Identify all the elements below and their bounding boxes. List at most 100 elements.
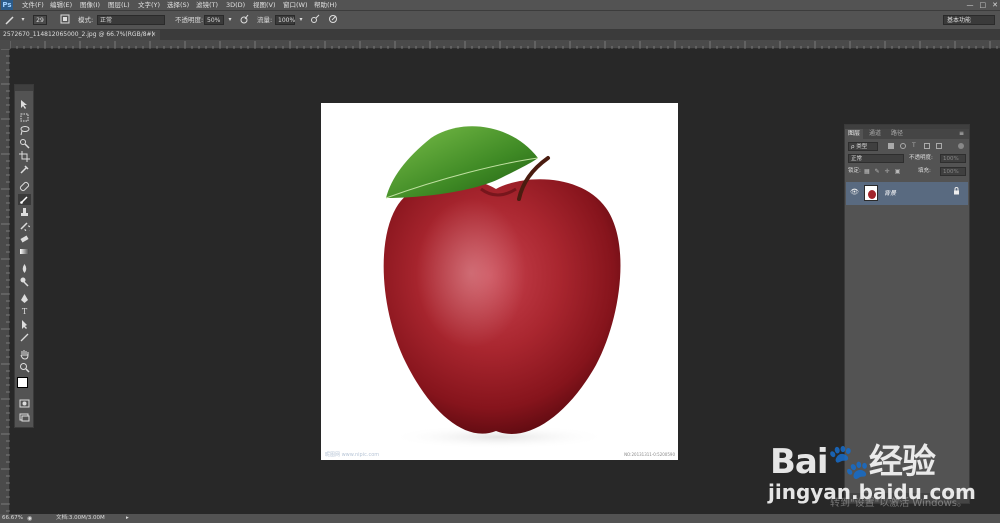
close-tab-icon[interactable]: × — [151, 30, 156, 40]
document-canvas[interactable]: 昵图网 www.nipic.com NO:20131311-0:5200590 — [321, 103, 678, 460]
menu-file[interactable]: 文件(F) — [22, 0, 44, 10]
image-number: NO:20131311-0:5200590 — [624, 452, 675, 457]
quick-selection-tool-icon[interactable] — [18, 138, 31, 149]
eraser-tool-icon[interactable] — [18, 233, 31, 244]
layer-row-background[interactable]: 👁 背景 — [846, 182, 968, 205]
menu-edit[interactable]: 编辑(E) — [50, 0, 72, 10]
status-menu-arrow-icon[interactable]: ▸ — [126, 514, 129, 523]
vertical-ruler[interactable] — [0, 49, 10, 515]
pressure-opacity-icon[interactable] — [238, 14, 250, 26]
filter-icons: T — [888, 143, 942, 149]
document-tab[interactable]: 2572670_114812065000_2.jpg @ 66.7%(RGB/8… — [0, 30, 160, 40]
pen-tool-icon[interactable] — [18, 293, 31, 304]
marquee-tool-icon[interactable] — [18, 112, 31, 123]
layer-filter-select[interactable]: ρ 类型 — [848, 142, 878, 151]
foreground-color-swatch[interactable] — [17, 377, 28, 388]
tab-layers[interactable]: 图层 — [845, 129, 864, 139]
horizontal-ruler[interactable] — [10, 40, 1000, 49]
tab-paths[interactable]: 路径 — [888, 129, 906, 139]
photoshop-logo: Ps — [1, 0, 13, 10]
apple-image — [383, 126, 621, 449]
tab-channels[interactable]: 通道 — [866, 129, 884, 139]
flow-input[interactable]: 100% — [275, 15, 295, 25]
brush-panel-icon[interactable] — [59, 14, 71, 26]
dodge-tool-icon[interactable] — [18, 276, 31, 287]
lock-pixels-icon[interactable]: ✎ — [875, 168, 880, 175]
clone-stamp-tool-icon[interactable] — [18, 207, 31, 218]
chevron-down-icon[interactable]: ▾ — [17, 14, 29, 26]
minimize-button[interactable]: — — [967, 0, 974, 10]
quick-mask-icon[interactable] — [18, 398, 31, 409]
mode-select[interactable]: 正常 — [97, 15, 165, 25]
lasso-tool-icon[interactable] — [18, 125, 31, 136]
pressure-size-icon[interactable] — [327, 14, 339, 26]
gradient-tool-icon[interactable] — [18, 246, 31, 257]
menu-window[interactable]: 窗口(W) — [283, 0, 308, 10]
menu-image[interactable]: 图像(I) — [80, 0, 100, 10]
move-tool-icon[interactable] — [18, 99, 31, 110]
brush-size-preset[interactable]: 29 — [33, 15, 47, 25]
lock-transparency-icon[interactable]: ▦ — [864, 168, 870, 175]
menu-layer[interactable]: 图层(L) — [108, 0, 130, 10]
layer-thumbnail — [864, 185, 878, 201]
tools-panel-header[interactable] — [15, 85, 33, 91]
status-icon: ◉ — [27, 515, 33, 522]
screen-mode-icon[interactable] — [18, 412, 31, 423]
workspace-switcher[interactable]: 基本功能 — [943, 15, 995, 25]
zoom-tool-icon[interactable] — [18, 362, 31, 373]
filter-adjustment-icon[interactable] — [900, 143, 906, 149]
options-bar: ▾ 29 模式: 正常 不透明度: 50% ▾ 流量: 100% ▾ 基本功能 — [0, 10, 1000, 30]
history-brush-tool-icon[interactable] — [18, 220, 32, 233]
menu-help[interactable]: 帮助(H) — [314, 0, 337, 10]
flow-label: 流量: — [257, 16, 273, 24]
lock-icons: ▦ ✎ ✛ ▣ — [864, 168, 900, 175]
filter-type-icon[interactable]: T — [912, 143, 918, 149]
fill-input[interactable]: 100% — [940, 167, 966, 176]
layer-opacity-label: 不透明度: — [909, 155, 933, 161]
panel-menu-icon[interactable]: ≡ — [956, 129, 967, 139]
eyedropper-tool-icon[interactable] — [18, 164, 31, 175]
menu-3d[interactable]: 3D(D) — [226, 0, 245, 10]
tools-panel: T — [14, 84, 34, 428]
close-button[interactable]: ✕ — [992, 0, 998, 10]
panel-tabs: 图层 通道 路径 ≡ — [845, 129, 969, 139]
mode-label: 模式: — [78, 16, 94, 24]
lock-icon — [953, 187, 960, 197]
menu-type[interactable]: 文字(Y) — [138, 0, 160, 10]
type-tool-icon[interactable]: T — [18, 306, 31, 317]
layer-opacity-input[interactable]: 100% — [940, 154, 966, 163]
brush-tool-icon[interactable] — [4, 14, 16, 26]
zoom-level[interactable]: 66.67% — [2, 514, 23, 523]
maximize-button[interactable]: □ — [980, 0, 987, 10]
path-selection-tool-icon[interactable] — [18, 319, 31, 330]
airbrush-icon[interactable] — [309, 14, 321, 26]
color-swatches[interactable] — [16, 375, 32, 392]
eye-icon[interactable]: 👁 — [850, 188, 859, 196]
document-tab-title: 2572670_114812065000_2.jpg @ 66.7%(RGB/8… — [3, 31, 154, 38]
fill-label: 填充: — [918, 168, 931, 174]
menu-view[interactable]: 视图(V) — [253, 0, 276, 10]
layer-name[interactable]: 背景 — [884, 182, 896, 205]
windows-activation-notice: 转到"设置"以激活 Windows。 — [830, 498, 968, 509]
filter-toggle[interactable] — [958, 143, 964, 149]
opacity-input[interactable]: 50% — [204, 15, 224, 25]
flow-dropdown-icon[interactable]: ▾ — [295, 14, 307, 26]
blur-tool-icon[interactable] — [18, 263, 31, 274]
line-tool-icon[interactable] — [18, 332, 31, 343]
lock-position-icon[interactable]: ✛ — [885, 168, 890, 175]
filter-pixel-icon[interactable] — [888, 143, 894, 149]
opacity-dropdown-icon[interactable]: ▾ — [224, 14, 236, 26]
status-bar: 66.67% ◉ 文档:3.00M/3.00M ▸ — [0, 514, 1000, 523]
blend-mode-select[interactable]: 正常 — [848, 154, 904, 163]
filter-shape-icon[interactable] — [924, 143, 930, 149]
crop-tool-icon[interactable] — [18, 151, 31, 162]
menu-bar: Ps 文件(F) 编辑(E) 图像(I) 图层(L) 文字(Y) 选择(S) 滤… — [0, 0, 1000, 10]
nipic-watermark: 昵图网 www.nipic.com — [325, 452, 380, 458]
filter-smart-object-icon[interactable] — [936, 143, 942, 149]
lock-all-icon[interactable]: ▣ — [895, 168, 901, 175]
menu-select[interactable]: 选择(S) — [167, 0, 189, 10]
menu-filter[interactable]: 滤镜(T) — [196, 0, 218, 10]
brush-tool-icon[interactable] — [18, 194, 31, 205]
healing-brush-tool-icon[interactable] — [18, 181, 31, 192]
hand-tool-icon[interactable] — [18, 349, 31, 360]
